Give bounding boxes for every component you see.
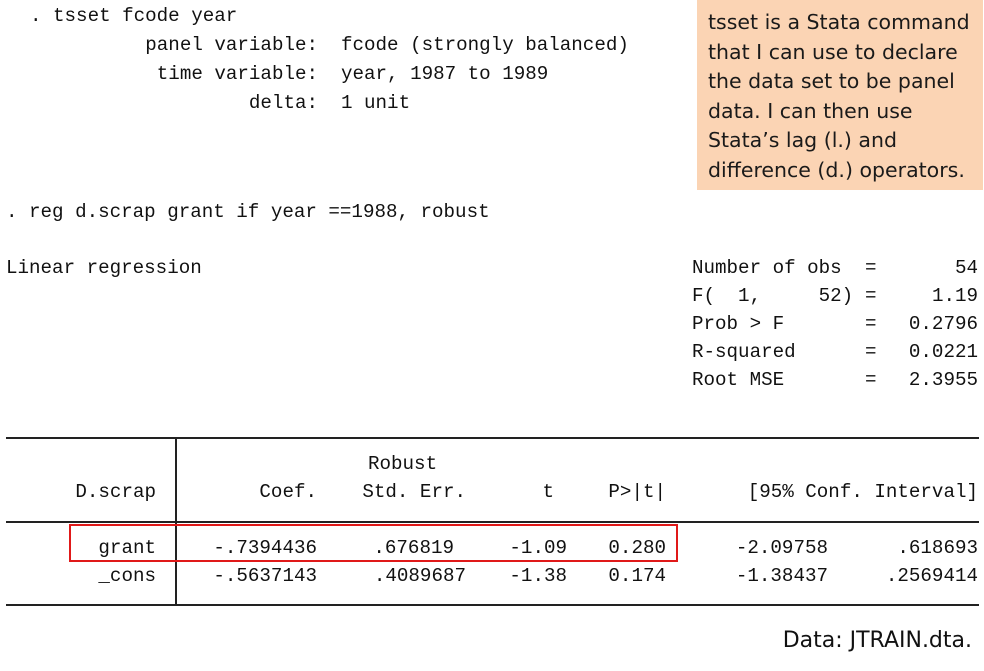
depvar-header: D.scrap bbox=[75, 481, 156, 503]
p-header: P>|t| bbox=[608, 481, 666, 503]
ci-header: [95% Conf. Interval] bbox=[747, 481, 978, 503]
row-ci-high: .2569414 bbox=[885, 565, 978, 587]
row-t: -1.38 bbox=[509, 565, 567, 587]
row-se: .4089687 bbox=[373, 565, 466, 587]
stat-value: 54 bbox=[954, 257, 978, 279]
stat-value: 0.0221 bbox=[908, 341, 978, 363]
callout-line: tsset is a Stata command bbox=[708, 10, 970, 34]
delta-value: 1 unit bbox=[341, 92, 411, 114]
tsset-command: . tsset fcode year bbox=[30, 5, 238, 27]
t-header: t bbox=[542, 481, 554, 503]
stat-equals: = bbox=[865, 341, 877, 363]
row-ci-high: .618693 bbox=[897, 537, 978, 559]
table-bottom-rule bbox=[6, 604, 979, 606]
stat-equals: = bbox=[865, 369, 877, 391]
panel-variable-label: panel variable: bbox=[145, 34, 318, 56]
panel-variable-value: fcode (strongly balanced) bbox=[341, 34, 629, 56]
callout-line: that I can use to declare bbox=[708, 39, 958, 64]
callout-line: Stata’s lag (l.) and bbox=[708, 128, 898, 152]
grant-row-highlight bbox=[69, 524, 678, 562]
table-header-rule bbox=[6, 521, 979, 523]
stat-label: Root MSE bbox=[692, 369, 785, 391]
row-p: 0.174 bbox=[608, 565, 666, 587]
stat-equals: = bbox=[865, 313, 877, 335]
se-header: Std. Err. bbox=[362, 481, 466, 503]
stat-value: 0.2796 bbox=[908, 313, 978, 335]
robust-header: Robust bbox=[368, 453, 438, 475]
stat-equals: = bbox=[865, 285, 877, 307]
stat-label: R-squared bbox=[692, 341, 796, 363]
stat-label: Prob > F bbox=[692, 313, 785, 335]
stat-value: 1.19 bbox=[931, 285, 978, 307]
row-variable: _cons bbox=[98, 565, 156, 587]
row-coef: -.5637143 bbox=[213, 565, 317, 587]
table-top-rule bbox=[6, 437, 979, 439]
regression-title: Linear regression bbox=[6, 257, 202, 279]
row-ci-low: -1.38437 bbox=[735, 565, 828, 587]
time-variable-label: time variable: bbox=[156, 63, 318, 85]
stat-value: 2.3955 bbox=[908, 369, 978, 391]
data-source-note: Data: JTRAIN.dta. bbox=[782, 628, 972, 653]
callout-line: the data set to be panel bbox=[708, 69, 955, 93]
time-variable-value: year, 1987 to 1989 bbox=[341, 63, 549, 85]
tsset-explanation-callout: tsset is a Stata command that I can use … bbox=[697, 0, 983, 190]
coef-header: Coef. bbox=[259, 481, 317, 503]
callout-line: difference (d.) operators. bbox=[708, 157, 965, 182]
reg-command: . reg d.scrap grant if year ==1988, robu… bbox=[6, 201, 490, 223]
callout-line: data. I can then use bbox=[708, 98, 913, 123]
row-ci-low: -2.09758 bbox=[735, 537, 828, 559]
table-column-divider bbox=[175, 437, 177, 604]
stat-label: Number of obs bbox=[692, 257, 842, 279]
stat-label: F( 1, 52) bbox=[692, 285, 854, 307]
delta-label: delta: bbox=[248, 92, 318, 114]
stat-equals: = bbox=[865, 257, 877, 279]
